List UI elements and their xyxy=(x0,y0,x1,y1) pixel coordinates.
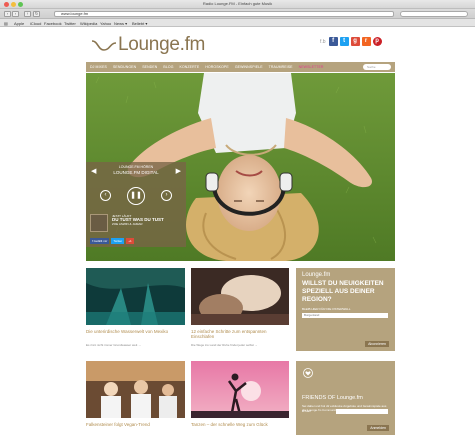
main-nav: DJ MIXES SENDUNGEN SENDEN BLOG KONZERTE … xyxy=(86,62,395,72)
forward-track-icon[interactable]: › xyxy=(161,190,172,201)
next-channel-icon[interactable]: ▶ xyxy=(176,167,181,175)
now-playing-artist: ZOE ASWIN & JAMAR xyxy=(112,222,143,226)
box-subheading: BLEIB HIER FÜR DIE OSTERWALL xyxy=(302,307,351,311)
nav-search-input[interactable]: Suche xyxy=(363,64,391,70)
article-image-cave xyxy=(86,268,185,325)
nav-item-gewinnspiele[interactable]: GEWINNSPIELE xyxy=(235,65,263,69)
nav-item-konzerte[interactable]: KONZERTE xyxy=(180,65,200,69)
nav-item-blog[interactable]: BLOG xyxy=(163,65,173,69)
email-label: E-Mail xyxy=(302,409,311,413)
nav-item-dj-mixes[interactable]: DJ MIXES xyxy=(90,65,107,69)
friends-heading: FRIENDS OF Lounge.fm xyxy=(302,395,363,401)
bookmark-twitter[interactable]: Twitter xyxy=(64,21,76,26)
subscribe-button[interactable]: Abonnieren xyxy=(365,341,389,347)
article-image-dance xyxy=(191,361,289,418)
nav-item-newsletter[interactable]: NEWSLETTER xyxy=(299,65,324,69)
nav-item-senden[interactable]: SENDEN xyxy=(142,65,157,69)
back-icon[interactable]: ‹ xyxy=(4,11,11,17)
bookmark-news[interactable]: News ▾ xyxy=(114,21,127,26)
google-plus-icon[interactable]: g xyxy=(350,37,360,46)
facebook-like-button[interactable]: f Gefällt mir xyxy=(90,238,110,244)
social-links: f.b f t g r p xyxy=(320,37,382,46)
logo-text: Lounge.fm xyxy=(118,34,206,55)
social-label: f.b xyxy=(320,38,326,45)
twitter-icon[interactable]: t xyxy=(339,37,349,46)
bookmarks-icon[interactable]: ▤ xyxy=(4,21,8,26)
nav-item-sendungen[interactable]: SENDUNGEN xyxy=(113,65,136,69)
tweet-button[interactable]: Twitter xyxy=(111,238,125,244)
nav-item-traumreise[interactable]: TRAUMREISE xyxy=(269,65,293,69)
logo-wave-icon xyxy=(91,40,117,51)
box-heading: WILLST DU NEUIGKEITEN SPEZIELL AUS DEINE… xyxy=(302,280,384,303)
site-logo[interactable]: Lounge.fm xyxy=(90,34,205,56)
bookmarks-bar: ▤ Apple iCloud Facebook Twitter Wikipedi… xyxy=(0,19,475,27)
article-title[interactable]: Die unterirdische Wasserwelt von Mexiko xyxy=(86,329,185,334)
pinterest-icon[interactable]: p xyxy=(372,37,382,46)
email-field[interactable] xyxy=(336,409,388,414)
share-icon[interactable]: ↑ xyxy=(24,11,31,17)
friends-box: FRIENDS OF Lounge.fm Sei dabei und hol d… xyxy=(296,361,395,435)
facebook-icon[interactable]: f xyxy=(328,37,338,46)
radio-player: ◀ ▶ LOUNGE.FM HÖREN LOUNGE.FM DIGITAL ‹ … xyxy=(86,162,186,247)
article-image-chefs xyxy=(86,361,185,418)
bookmark-apple[interactable]: Apple xyxy=(14,21,24,26)
article-image-sleep xyxy=(191,268,289,325)
rss-icon[interactable]: r xyxy=(361,37,371,46)
play-pause-button[interactable]: ❚❚ xyxy=(127,187,145,205)
window-title: Radio Lounge.FM - Einfach gute Musik xyxy=(202,1,273,6)
box-logo: Lounge.fm xyxy=(302,272,331,278)
region-select[interactable]: Burgenland xyxy=(302,313,388,318)
reload-icon[interactable]: ↻ xyxy=(33,11,40,17)
browser-search-field[interactable] xyxy=(400,11,468,17)
plus-one-button[interactable]: +1 xyxy=(126,238,134,244)
article-title[interactable]: Tanzen – der schnelle Weg zum Glück xyxy=(191,422,289,427)
bookmark-wikipedia[interactable]: Wikipedia xyxy=(80,21,97,26)
browser-toolbar: ‹ › ↑ ↻ www.lounge.fm xyxy=(0,9,475,19)
regional-news-box: Lounge.fm WILLST DU NEUIGKEITEN SPEZIELL… xyxy=(296,268,395,351)
article-title[interactable]: 12 einfache Schritte zum entspannten Ein… xyxy=(191,329,289,339)
window-titlebar: Radio Lounge.FM - Einfach gute Musik xyxy=(0,0,475,9)
forward-icon[interactable]: › xyxy=(12,11,19,17)
bookmark-facebook[interactable]: Facebook xyxy=(44,21,62,26)
bookmark-icloud[interactable]: iCloud xyxy=(30,21,41,26)
nav-item-horoskope[interactable]: HOROSKOPE xyxy=(205,65,228,69)
article-teaser: Es rinnt nicht immer Grundwasser weit → xyxy=(86,343,142,347)
now-playing: JETZT LÄUFT DU TUST WAS DU TUST ZOE ASWI… xyxy=(112,214,164,226)
signup-button[interactable]: Anmelden xyxy=(367,425,389,431)
article-title[interactable]: Falkensteiner folgt Vegan-Trend xyxy=(86,422,185,427)
album-cover xyxy=(90,214,108,232)
bookmark-beliebt[interactable]: Beliebt ▾ xyxy=(132,21,147,26)
article-teaser: Die Wege ins Land der Ruhe findet jeder … xyxy=(191,343,258,347)
rewind-icon[interactable]: ‹ xyxy=(100,190,111,201)
bookmark-yahoo[interactable]: Yahoo xyxy=(100,21,111,26)
channel-name: LOUNGE.FM DIGITAL xyxy=(113,170,159,175)
address-bar[interactable]: www.lounge.fm xyxy=(54,11,394,17)
previous-channel-icon[interactable]: ◀ xyxy=(91,167,96,175)
channel-label: LOUNGE.FM HÖREN xyxy=(118,165,154,169)
share-bar: f Gefällt mir Twitter +1 xyxy=(90,238,134,244)
heart-icon xyxy=(303,368,313,378)
